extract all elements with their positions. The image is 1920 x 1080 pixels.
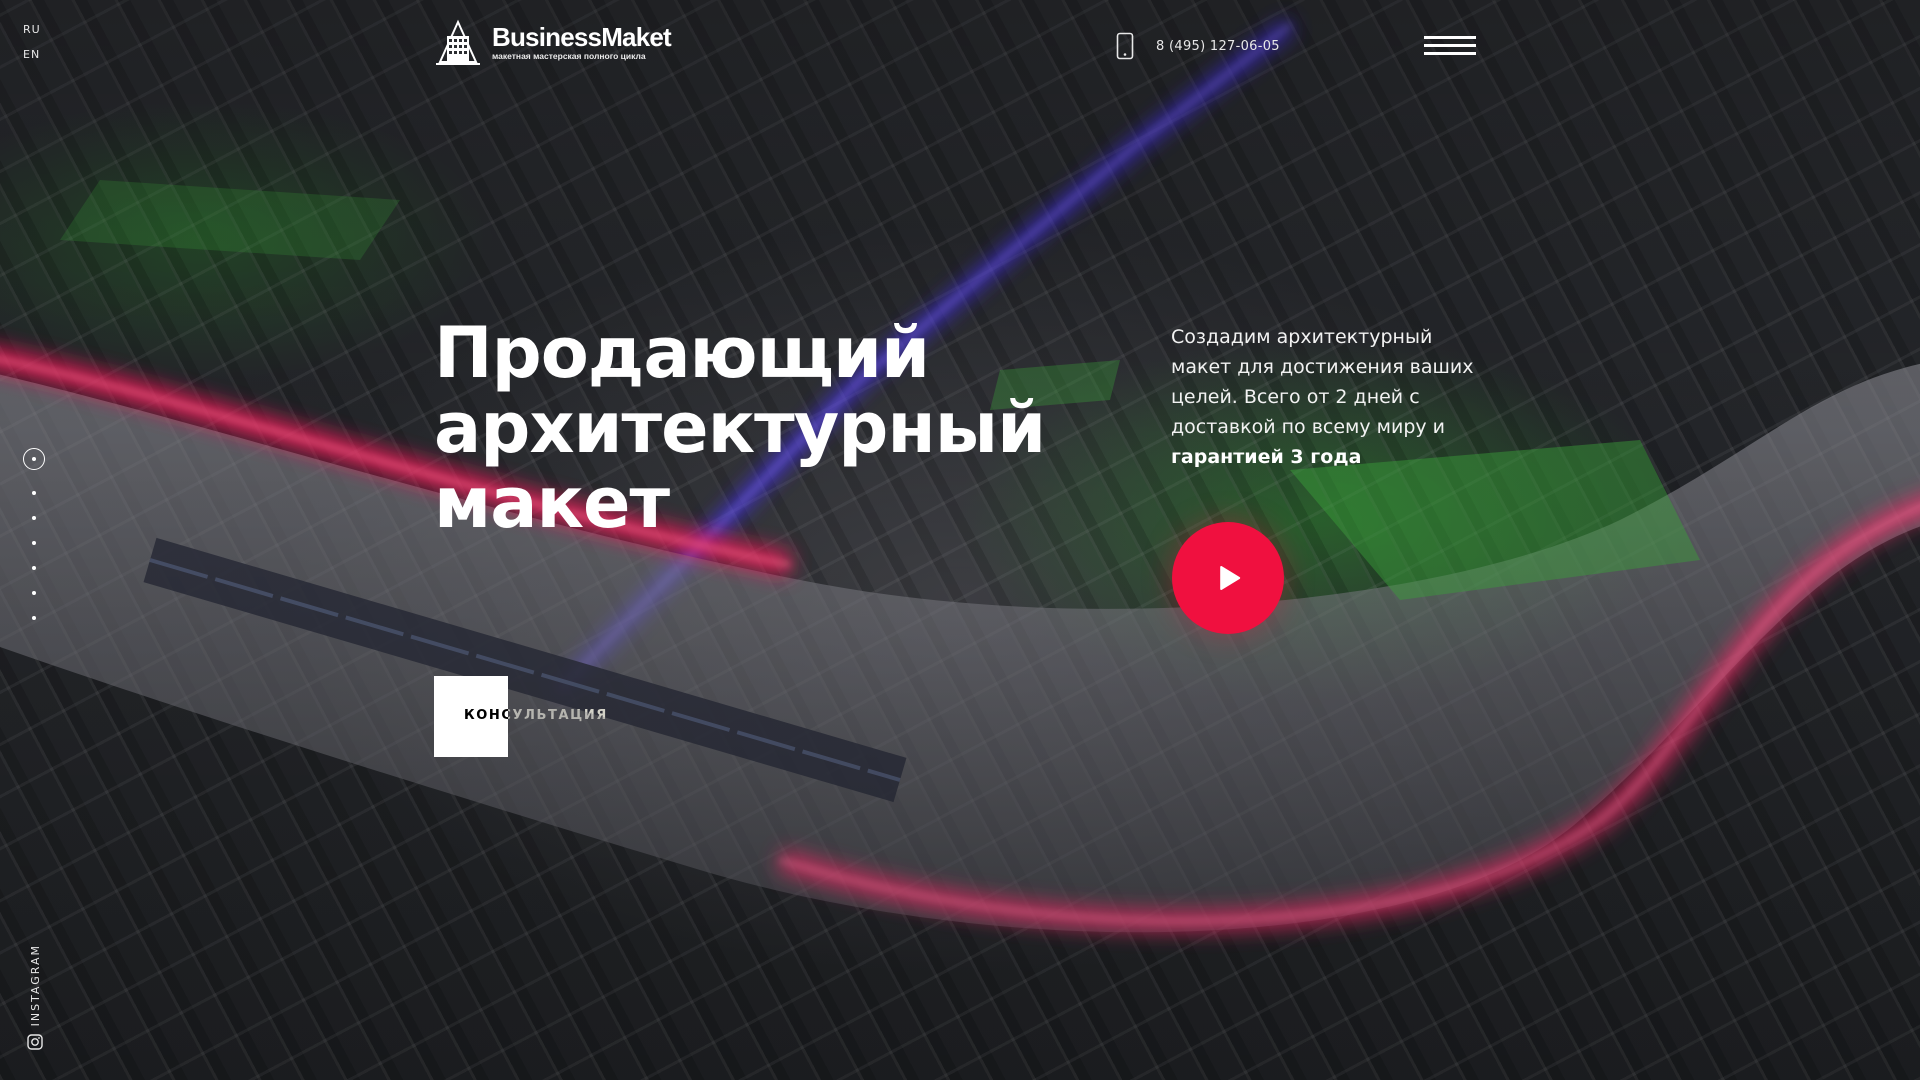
- hero-description: Создадим архитектурный макет для достиже…: [1171, 322, 1491, 472]
- instagram-label: INSTAGRAM: [28, 944, 42, 1027]
- instagram-link[interactable]: INSTAGRAM: [24, 944, 46, 1051]
- hero-description-highlight: гарантией 3 года: [1171, 446, 1362, 468]
- logo[interactable]: BusinessMaket макетная мастерская полног…: [434, 18, 672, 66]
- menu-line: [1424, 36, 1476, 39]
- slide-dot[interactable]: [32, 541, 36, 545]
- instagram-icon: [27, 1034, 43, 1051]
- play-video-button[interactable]: [1172, 522, 1284, 634]
- building-logo-icon: [436, 19, 480, 65]
- phone-link[interactable]: 8 (495) 127-06-05: [1116, 32, 1280, 60]
- hero-description-text: Создадим архитектурный макет для достиже…: [1171, 326, 1474, 438]
- slide-dot[interactable]: [32, 516, 36, 520]
- slide-pagination: [23, 448, 45, 620]
- consultation-button-label: КОНСУЛЬТАЦИЯ: [464, 708, 608, 723]
- hero-headline: Продающий архитектурный макет: [434, 316, 1054, 541]
- slide-dot[interactable]: [32, 566, 36, 570]
- hamburger-menu-icon[interactable]: [1424, 36, 1476, 56]
- language-en[interactable]: EN: [23, 42, 41, 67]
- slide-dot-active[interactable]: [23, 448, 45, 470]
- menu-line: [1424, 52, 1476, 55]
- logo-tagline: макетная мастерская полного цикла: [492, 50, 646, 61]
- headline-line: архитектурный: [434, 387, 1046, 469]
- phone-number: 8 (495) 127-06-05: [1156, 38, 1280, 54]
- headline-line: Продающий: [434, 312, 930, 394]
- hero-section: RU EN BusinessMaket макетная мастерская …: [0, 0, 1920, 1080]
- smartphone-icon: [1116, 32, 1134, 60]
- headline-line: макет: [434, 462, 670, 544]
- language-switcher: RU EN: [23, 17, 41, 67]
- logo-name: BusinessMaket: [492, 21, 672, 52]
- menu-line: [1424, 44, 1476, 47]
- play-icon: [1220, 566, 1241, 590]
- slide-dot[interactable]: [32, 491, 36, 495]
- slide-dot[interactable]: [32, 616, 36, 620]
- slide-dot[interactable]: [32, 591, 36, 595]
- language-ru[interactable]: RU: [23, 17, 41, 42]
